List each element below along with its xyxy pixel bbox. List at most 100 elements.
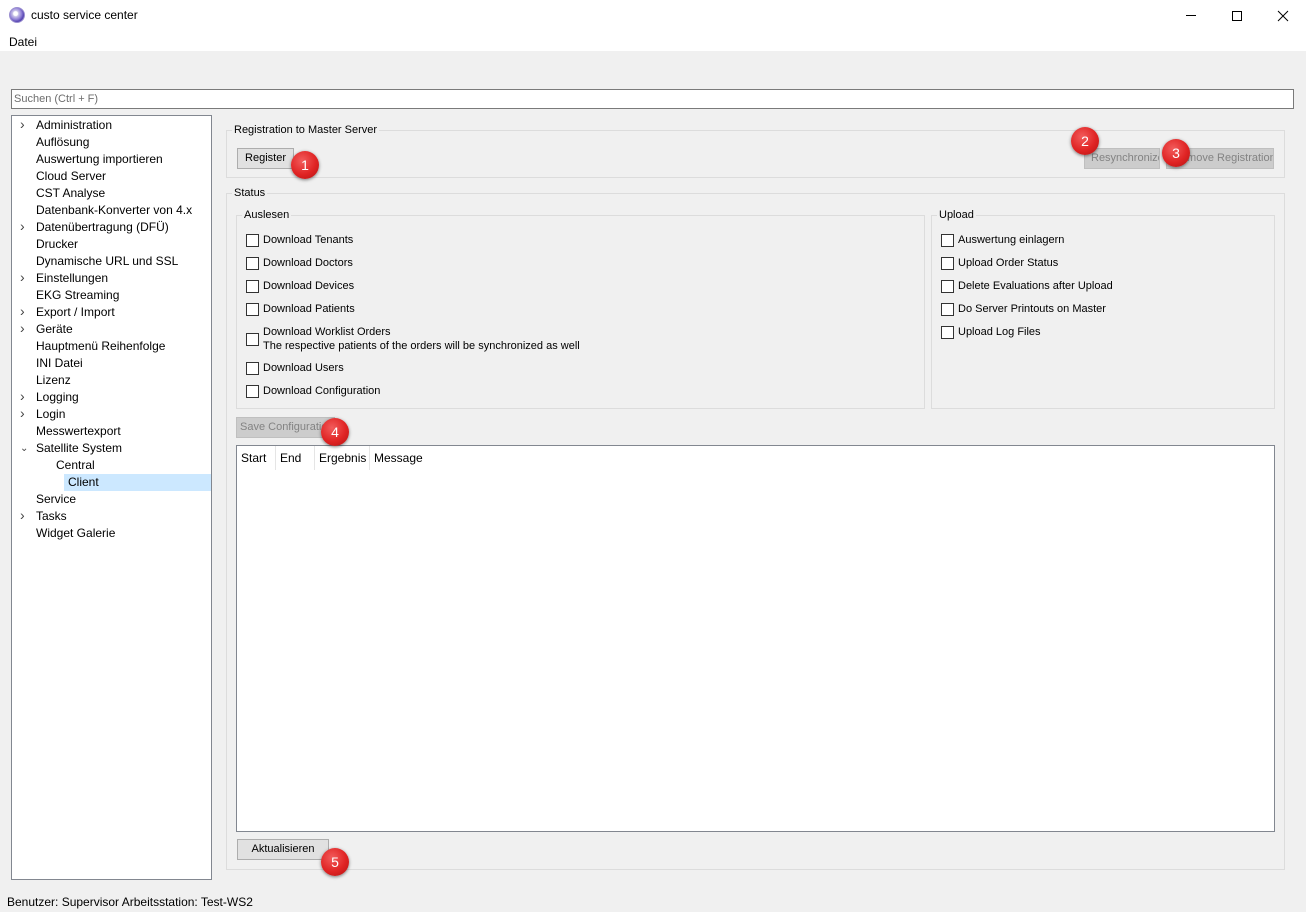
checkbox[interactable] bbox=[246, 362, 259, 375]
status-bar-text: Benutzer: Supervisor Arbeitsstation: Tes… bbox=[7, 895, 253, 909]
tree-item[interactable]: › Administration bbox=[12, 116, 211, 134]
checkbox-label: Upload Order Status bbox=[958, 257, 1059, 269]
annotation-marker: 2 bbox=[1071, 127, 1099, 155]
tree-item[interactable]: EKG Streaming bbox=[12, 287, 211, 304]
checkbox[interactable] bbox=[941, 303, 954, 316]
tree-item-label: Hauptmenü Reihenfolge bbox=[36, 339, 166, 353]
save-configuration-button[interactable]: Save Configuration bbox=[236, 417, 335, 438]
upload-group-title: Upload bbox=[937, 209, 976, 221]
tree-item-label: Lizenz bbox=[36, 373, 71, 387]
chevron-right-icon[interactable]: › bbox=[20, 405, 25, 422]
refresh-button[interactable]: Aktualisieren bbox=[237, 839, 329, 860]
checkbox[interactable] bbox=[941, 326, 954, 339]
tree-item[interactable]: Widget Galerie bbox=[12, 525, 211, 542]
tree-item[interactable]: Drucker bbox=[12, 236, 211, 253]
table-column-header[interactable]: End bbox=[276, 446, 315, 470]
title-bar: custo service center bbox=[0, 0, 1306, 31]
checkbox[interactable] bbox=[941, 234, 954, 247]
tree-item[interactable]: Auflösung bbox=[12, 134, 211, 151]
chevron-right-icon[interactable]: › bbox=[20, 116, 25, 133]
maximize-button[interactable] bbox=[1214, 0, 1260, 31]
menu-file[interactable]: Datei bbox=[9, 35, 37, 49]
table-column-header[interactable]: Start bbox=[237, 446, 276, 470]
tree-item[interactable]: › Datenübertragung (DFÜ) bbox=[12, 218, 211, 236]
window-title: custo service center bbox=[31, 8, 138, 22]
checkbox-row: Upload Order Status bbox=[941, 257, 1306, 271]
tree-item[interactable]: › Login bbox=[12, 405, 211, 423]
close-button[interactable] bbox=[1260, 0, 1306, 31]
chevron-right-icon[interactable]: › bbox=[20, 218, 25, 235]
registration-group-title: Registration to Master Server bbox=[232, 124, 380, 136]
checkbox[interactable] bbox=[941, 280, 954, 293]
checkbox[interactable] bbox=[246, 280, 259, 293]
tree-item-label: Geräte bbox=[36, 322, 73, 336]
minimize-button[interactable] bbox=[1168, 0, 1214, 31]
register-button[interactable]: Register bbox=[237, 148, 294, 169]
tree-item[interactable]: Central bbox=[12, 457, 211, 474]
tree-item[interactable]: › Logging bbox=[12, 388, 211, 406]
checkbox-label: Upload Log Files bbox=[958, 326, 1041, 338]
search-input[interactable] bbox=[11, 89, 1294, 109]
checkbox-label: Download Configuration bbox=[263, 385, 381, 397]
tree-item-label: Logging bbox=[36, 390, 79, 404]
tree-item[interactable]: › Geräte bbox=[12, 320, 211, 338]
tree-item[interactable]: Client bbox=[64, 474, 211, 491]
tree-item-label: Widget Galerie bbox=[36, 526, 116, 540]
checkbox[interactable] bbox=[246, 257, 259, 270]
tree-item[interactable]: › Einstellungen bbox=[12, 269, 211, 287]
tree-item[interactable]: Dynamische URL und SSL bbox=[12, 253, 211, 270]
navigation-tree[interactable]: › Administration Auflösung Auswertung impor… bbox=[11, 115, 212, 880]
checkbox-label: Auswertung einlagern bbox=[958, 234, 1065, 246]
close-icon bbox=[1277, 10, 1289, 21]
checkbox-row: Delete Evaluations after Upload bbox=[941, 280, 1306, 294]
chevron-right-icon[interactable]: › bbox=[20, 320, 25, 337]
tree-item-label: Export / Import bbox=[36, 305, 115, 319]
checkbox-label: Download Worklist Orders bbox=[263, 326, 391, 338]
tree-item[interactable]: Lizenz bbox=[12, 372, 211, 389]
tree-item[interactable]: ⌄ Satellite System bbox=[12, 440, 211, 457]
chevron-down-icon[interactable]: ⌄ bbox=[20, 440, 28, 457]
tree-item[interactable]: Datenbank-Konverter von 4.x bbox=[12, 202, 211, 219]
chevron-right-icon[interactable]: › bbox=[20, 303, 25, 320]
checkbox-label: Download Patients bbox=[263, 303, 355, 315]
resynchronize-button[interactable]: Resynchronize bbox=[1084, 148, 1160, 169]
tree-item-label: Auswertung importieren bbox=[36, 152, 163, 166]
menu-bar: Datei bbox=[0, 31, 1306, 51]
checkbox-row: Download Users bbox=[246, 362, 846, 376]
checkbox[interactable] bbox=[941, 257, 954, 270]
checkbox-label: Download Devices bbox=[263, 280, 355, 292]
tree-item[interactable]: Hauptmenü Reihenfolge bbox=[12, 338, 211, 355]
chevron-right-icon[interactable]: › bbox=[20, 269, 25, 286]
checkbox[interactable] bbox=[246, 234, 259, 247]
tree-item-label: Cloud Server bbox=[36, 169, 107, 183]
results-table[interactable]: Start End Ergebnis Message bbox=[236, 445, 1275, 832]
tree-item[interactable]: › Tasks bbox=[12, 507, 211, 525]
checkbox[interactable] bbox=[246, 385, 259, 398]
checkbox[interactable] bbox=[246, 333, 259, 346]
checkbox[interactable] bbox=[246, 303, 259, 316]
tree-item[interactable]: CST Analyse bbox=[12, 185, 211, 202]
tree-item[interactable]: › Export / Import bbox=[12, 303, 211, 321]
checkbox-row: Do Server Printouts on Master bbox=[941, 303, 1306, 317]
tree-item-label: Auflösung bbox=[36, 135, 90, 149]
checkbox-row: Upload Log Files bbox=[941, 326, 1306, 340]
chevron-right-icon[interactable]: › bbox=[20, 388, 25, 405]
tree-item[interactable]: Auswertung importieren bbox=[12, 151, 211, 168]
tree-item[interactable]: Service bbox=[12, 491, 211, 508]
app-icon bbox=[9, 7, 25, 23]
tree-item-label: Einstellungen bbox=[36, 271, 109, 285]
table-column-header[interactable]: Message bbox=[370, 446, 670, 470]
tree-item-label: Datenübertragung (DFÜ) bbox=[36, 220, 169, 234]
checkbox-label: Download Tenants bbox=[263, 234, 354, 246]
tree-item[interactable]: Cloud Server bbox=[12, 168, 211, 185]
checkbox-row: Download Doctors bbox=[246, 257, 846, 271]
annotation-marker: 3 bbox=[1162, 139, 1190, 167]
table-column-header[interactable]: Ergebnis bbox=[315, 446, 370, 470]
tree-item[interactable]: INI Datei bbox=[12, 355, 211, 372]
checkbox-label: Download Users bbox=[263, 362, 344, 374]
checkbox-row: Download Devices bbox=[246, 280, 846, 294]
tree-item[interactable]: Messwertexport bbox=[12, 423, 211, 440]
checkbox-row: Download Tenants bbox=[246, 234, 846, 248]
chevron-right-icon[interactable]: › bbox=[20, 507, 25, 524]
maximize-icon bbox=[1232, 10, 1242, 21]
